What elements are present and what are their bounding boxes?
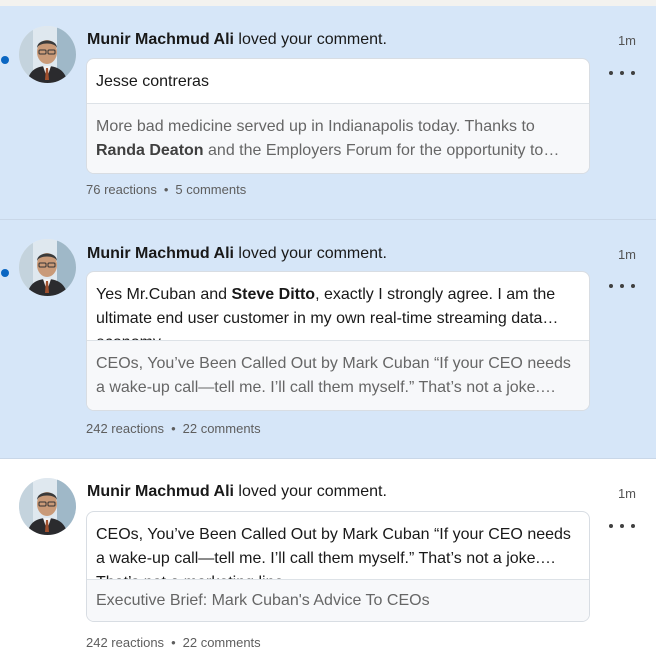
more-horizontal-icon [609,284,613,288]
action-text: loved your comment. [238,31,387,48]
engagement-stats[interactable]: 242 reactions • 22 comments [86,421,261,436]
notification-headline[interactable]: Munir Machmud Ali loved your comment. [87,244,387,264]
more-horizontal-icon [609,71,613,75]
actor-name[interactable]: Munir Machmud Ali [87,31,234,48]
more-options-button[interactable] [609,67,635,79]
notification-item[interactable]: Munir Machmud Ali loved your comment. 1m… [0,458,656,650]
reactions-count[interactable]: 242 reactions [86,635,164,650]
engagement-stats[interactable]: 242 reactions • 22 comments [86,635,261,650]
timestamp: 1m [617,33,636,48]
post-preview[interactable]: CEOs, You’ve Been Called Out by Mark Cub… [87,340,589,410]
post-preview[interactable]: Executive Brief: Mark Cuban's Advice To … [87,579,589,621]
reactions-count[interactable]: 242 reactions [86,421,164,436]
comment-card[interactable]: CEOs, You’ve Been Called Out by Mark Cub… [86,511,590,622]
action-text: loved your comment. [238,483,387,500]
timestamp: 1m [617,486,636,501]
reactions-count[interactable]: 76 reactions [86,182,157,197]
comments-count[interactable]: 5 comments [175,182,246,197]
comment-text: CEOs, You’ve Been Called Out by Mark Cub… [96,526,571,579]
unread-dot [1,269,9,277]
mention[interactable]: Randa Deaton [96,142,204,159]
actor-name[interactable]: Munir Machmud Ali [87,245,234,262]
avatar[interactable] [19,26,76,83]
actor-name[interactable]: Munir Machmud Ali [87,483,234,500]
comment-text: Jesse contreras [96,73,209,90]
notification-headline[interactable]: Munir Machmud Ali loved your comment. [87,30,387,50]
notification-item[interactable]: Munir Machmud Ali loved your comment. 1m… [0,219,656,458]
comments-count[interactable]: 22 comments [183,421,261,436]
comments-count[interactable]: 22 comments [183,635,261,650]
timestamp: 1m [617,247,636,262]
more-options-button[interactable] [609,520,635,532]
unread-dot [1,56,9,64]
engagement-stats[interactable]: 76 reactions • 5 comments [86,182,246,197]
more-options-button[interactable] [609,280,635,292]
comment-card[interactable]: Yes Mr.Cuban and Steve Ditto, exactly I … [86,271,590,411]
mention[interactable]: Steve Ditto [232,286,316,303]
post-preview[interactable]: More bad medicine served up in Indianapo… [87,103,589,173]
more-horizontal-icon [609,524,613,528]
avatar[interactable] [19,239,76,296]
notification-item[interactable]: Munir Machmud Ali loved your comment. 1m… [0,6,656,219]
action-text: loved your comment. [238,245,387,262]
comment-text: Yes Mr.Cuban and Steve Ditto, exactly I … [96,286,556,340]
notification-headline[interactable]: Munir Machmud Ali loved your comment. [87,482,387,502]
comment-card[interactable]: Jesse contreras More bad medicine served… [86,58,590,174]
avatar[interactable] [19,478,76,535]
